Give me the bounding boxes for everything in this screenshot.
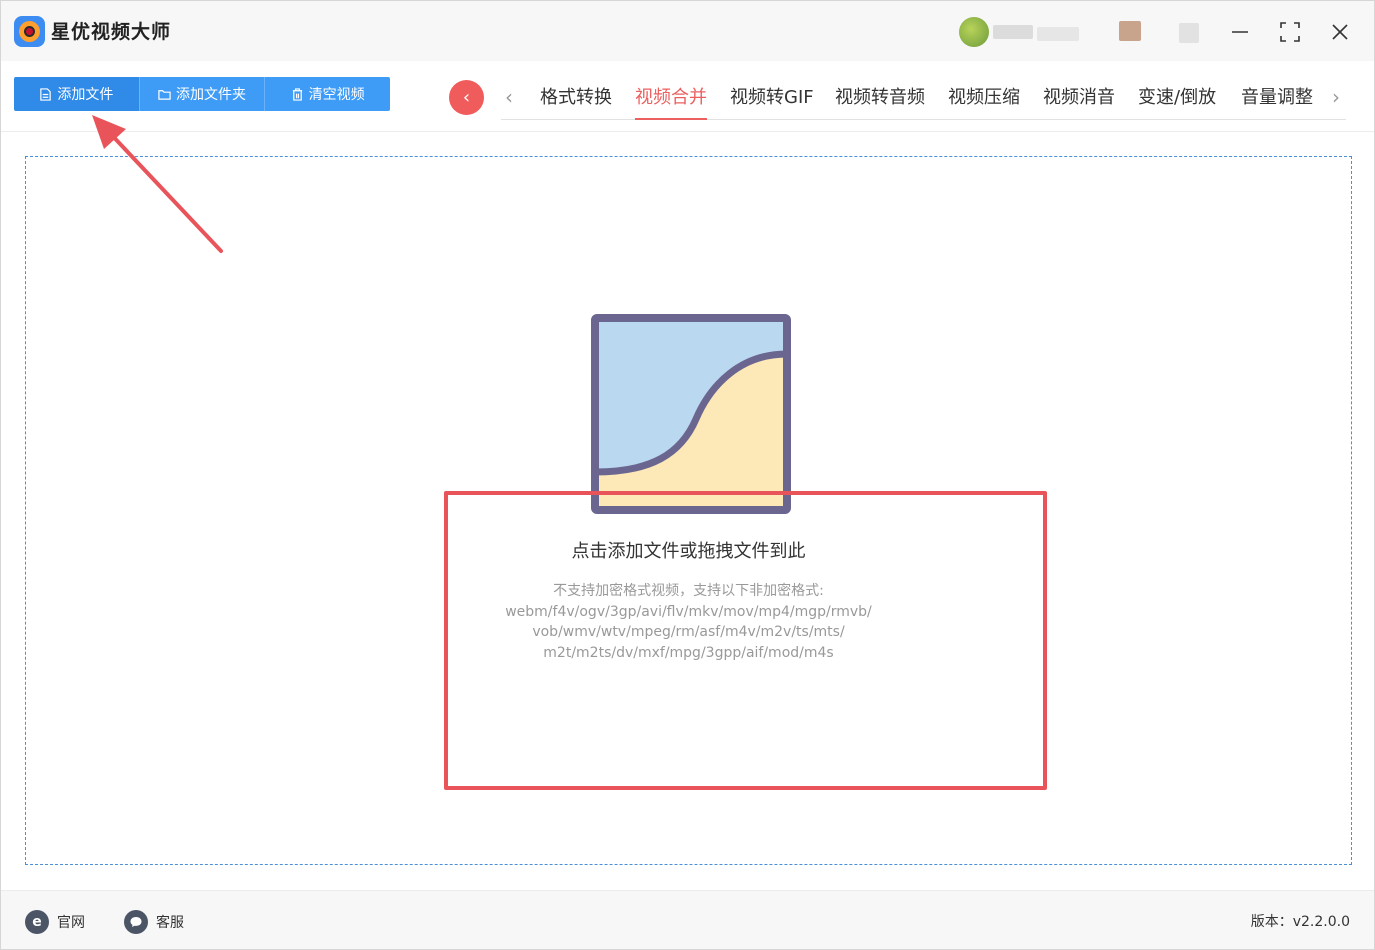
add-file-label: 添加文件 <box>57 87 114 103</box>
tab-speed-reverse[interactable]: 变速/倒放 <box>1138 83 1216 120</box>
footer-bar: e 官网 客服 版本：v2.2.0.0 <box>1 891 1374 949</box>
folder-icon <box>158 89 171 100</box>
version-label: 版本：v2.2.0.0 <box>1250 914 1350 930</box>
app-title: 星优视频大师 <box>51 21 172 43</box>
tabs-prev-arrow[interactable]: ‹ <box>505 85 513 109</box>
annotation-arrow-icon <box>92 115 223 253</box>
clear-video-label: 清空视频 <box>308 87 365 103</box>
tab-video-to-gif[interactable]: 视频转GIF <box>730 83 814 120</box>
chevron-left-icon: ‹ <box>462 87 471 108</box>
username-blurred <box>993 25 1033 39</box>
title-bar: 星优视频大师 <box>1 1 1374 61</box>
tabs-next-arrow[interactable]: › <box>1332 85 1340 109</box>
add-folder-button[interactable]: 添加文件夹 <box>139 77 266 111</box>
avatar[interactable] <box>959 17 989 47</box>
add-folder-label: 添加文件夹 <box>176 87 246 103</box>
tab-volume-adjust[interactable]: 音量调整 <box>1241 83 1313 120</box>
tab-video-to-audio[interactable]: 视频转音频 <box>835 83 925 120</box>
clear-video-button[interactable]: 清空视频 <box>265 77 390 111</box>
website-link[interactable]: e 官网 <box>25 910 85 934</box>
chat-bubble-icon <box>124 910 148 934</box>
service-label: 客服 <box>156 915 184 931</box>
username-blurred-2 <box>1037 27 1079 41</box>
highlight-annotation-box <box>444 491 1047 790</box>
website-label: 官网 <box>57 915 85 931</box>
maximize-icon <box>1280 22 1300 42</box>
file-toolbar: 添加文件 添加文件夹 清空视频 <box>14 77 390 111</box>
app-logo-icon <box>14 16 45 47</box>
tab-video-mute[interactable]: 视频消音 <box>1043 83 1115 120</box>
user-extra-blurred <box>1179 23 1199 43</box>
add-file-button[interactable]: 添加文件 <box>14 77 140 111</box>
minimize-button[interactable] <box>1223 15 1257 49</box>
customer-service-link[interactable]: 客服 <box>124 910 184 934</box>
maximize-button[interactable] <box>1273 15 1307 49</box>
minimize-icon <box>1232 31 1248 33</box>
browser-e-icon: e <box>25 910 49 934</box>
tab-format-convert[interactable]: 格式转换 <box>540 83 612 120</box>
trash-icon <box>292 87 302 101</box>
tab-video-merge[interactable]: 视频合并 <box>635 83 707 120</box>
close-button[interactable] <box>1323 15 1357 49</box>
user-account[interactable] <box>959 15 1199 49</box>
tab-video-compress[interactable]: 视频压缩 <box>948 83 1020 120</box>
close-icon <box>1332 24 1348 40</box>
back-button[interactable]: ‹ <box>449 80 484 115</box>
badge-blurred <box>1119 21 1141 41</box>
image-placeholder-icon <box>591 314 791 514</box>
function-tabs: ‹ 格式转换 视频合并 视频转GIF 视频转音频 视频压缩 视频消音 变速/倒放… <box>501 79 1346 120</box>
file-icon <box>40 87 52 101</box>
